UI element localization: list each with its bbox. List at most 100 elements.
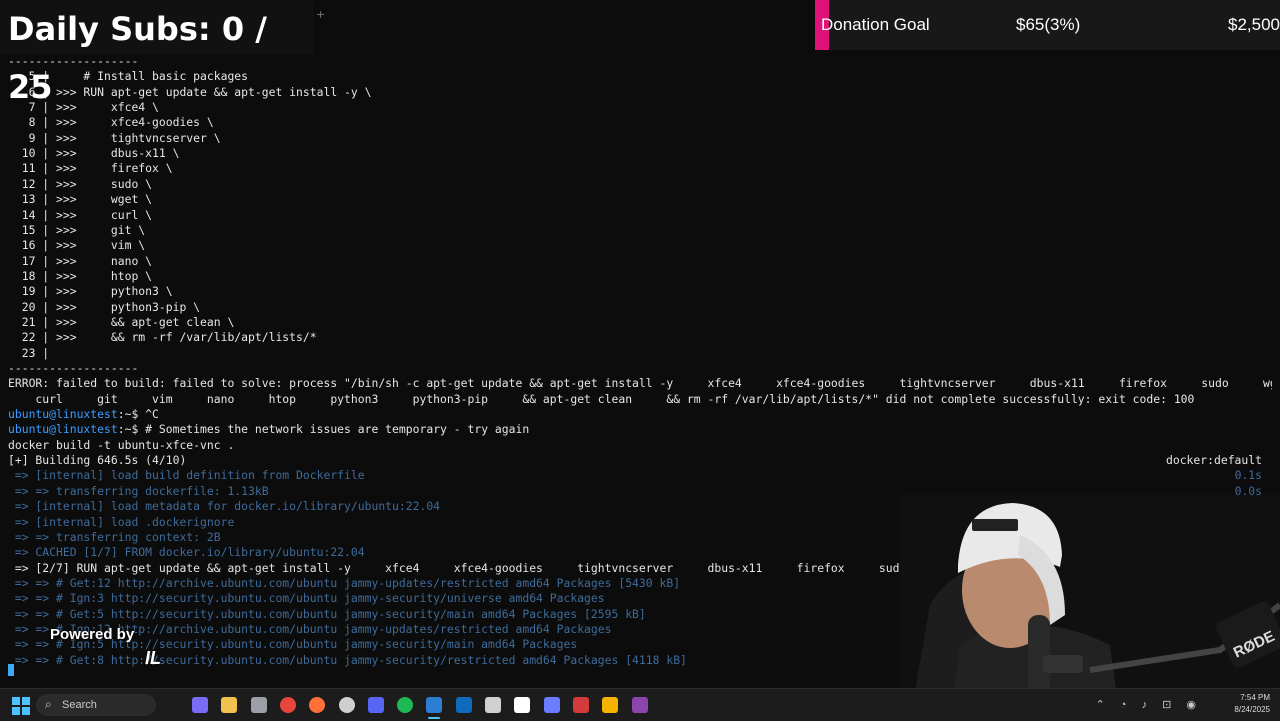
clock-time: 7:54 PM bbox=[1240, 693, 1270, 702]
terminal-line: 13 | >>> wget \ bbox=[8, 192, 1272, 207]
terminal-line-text: => => # Get:12 http://archive.ubuntu.com… bbox=[8, 575, 681, 590]
powered-by-text: Powered by bbox=[50, 626, 135, 643]
search-icon: ⌕ bbox=[45, 697, 52, 711]
terminal-cursor bbox=[8, 664, 14, 676]
git-icon[interactable] bbox=[572, 697, 589, 713]
terminal-line-text: 8 | >>> xfce4-goodies \ bbox=[8, 115, 214, 130]
terminal-line-text: 17 | >>> nano \ bbox=[8, 253, 153, 268]
terminal-line-text: => => # Get:5 http://security.ubuntu.com… bbox=[8, 606, 646, 621]
terminal-line-text: 14 | >>> curl \ bbox=[8, 207, 153, 222]
terminal-line: 16 | >>> vim \ bbox=[8, 238, 1272, 253]
terminal-line: ------------------- bbox=[8, 54, 1272, 69]
terminal-line: 23 | bbox=[8, 346, 1272, 361]
terminal-line: 21 | >>> && apt-get clean \ bbox=[8, 315, 1272, 330]
terminal-line-timing: 0.1s bbox=[1234, 468, 1262, 483]
terminal-line-text: :~$ ^C bbox=[117, 407, 159, 422]
webcam-feed: RØDE bbox=[900, 495, 1280, 720]
terminal-line-text: => => transferring context: 2B bbox=[8, 529, 221, 544]
donation-goal-amount: $2,500 bbox=[1228, 15, 1280, 34]
terminal-line: 18 | >>> htop \ bbox=[8, 269, 1272, 284]
terminal-line: 15 | >>> git \ bbox=[8, 223, 1272, 238]
system-tray-icons[interactable]: ⌃ ◔ ♪ ⊡ ◉ bbox=[1096, 698, 1202, 711]
donation-amount: $65(3%) bbox=[1016, 15, 1081, 34]
powered-by-logo: IL bbox=[145, 648, 161, 668]
notion-icon[interactable] bbox=[514, 697, 531, 713]
terminal-line-text: :~$ # Sometimes the network issues are t… bbox=[117, 422, 530, 437]
terminal-line-text: ERROR: failed to build: failed to solve:… bbox=[8, 376, 1272, 391]
terminal-line: curl git vim nano htop python3 python3-p… bbox=[8, 392, 1272, 407]
file-explorer-icon[interactable] bbox=[221, 697, 238, 713]
chatgpt-icon[interactable] bbox=[338, 697, 355, 713]
terminal-line-text: 13 | >>> wget \ bbox=[8, 192, 153, 207]
copilot-icon[interactable] bbox=[192, 697, 208, 713]
terminal-line-text: => CACHED [1/7] FROM docker.io/library/u… bbox=[8, 545, 365, 560]
windows-start-icon[interactable] bbox=[12, 697, 30, 715]
terminal-line: => [internal] load build definition from… bbox=[8, 468, 1272, 483]
prompt-user: ubuntu@linuxtest bbox=[8, 422, 118, 437]
terminal-line-text: 16 | >>> vim \ bbox=[8, 238, 146, 253]
terminal-line-text: 6 | >>> RUN apt-get update && apt-get in… bbox=[8, 84, 372, 99]
terminal-line-text: 22 | >>> && rm -rf /var/lib/apt/lists/* bbox=[8, 330, 317, 345]
terminal-line-text: docker build -t ubuntu-xfce-vnc . bbox=[8, 437, 235, 452]
terminal-line-text: 21 | >>> && apt-get clean \ bbox=[8, 314, 235, 329]
taskbar-clock[interactable]: 7:54 PM 8/24/2025 bbox=[1234, 692, 1270, 716]
terminal-line: ubuntu@linuxtest:~$ # Sometimes the netw… bbox=[8, 422, 1272, 437]
firefox-icon[interactable] bbox=[309, 697, 326, 713]
donation-goal-label: Donation Goal bbox=[821, 15, 930, 34]
terminal-line-text: [+] Building 646.5s (4/10) bbox=[8, 453, 187, 468]
terminal-line: 5 | # Install basic packages bbox=[8, 69, 1272, 84]
settings-icon[interactable] bbox=[250, 697, 267, 713]
mail-icon[interactable] bbox=[485, 697, 501, 713]
terminal-line: 17 | >>> nano \ bbox=[8, 254, 1272, 269]
terminal-line-text: => [internal] load build definition from… bbox=[8, 468, 365, 483]
terminal-line-text: curl git vim nano htop python3 python3-p… bbox=[8, 391, 1195, 406]
chrome-icon[interactable] bbox=[279, 697, 296, 713]
terminal-line-text: 18 | >>> htop \ bbox=[8, 268, 153, 283]
taskbar: ⌕ Search ⌃ ◔ ♪ ⊡ ◉ 7:54 PM 8/24/2025 bbox=[0, 688, 1280, 721]
terminal-line: 11 | >>> firefox \ bbox=[8, 161, 1272, 176]
terminal-line-text: => [internal] load .dockerignore bbox=[8, 514, 235, 529]
terminal-line: 20 | >>> python3-pip \ bbox=[8, 300, 1272, 315]
terminal-line: ERROR: failed to build: failed to solve:… bbox=[8, 376, 1272, 391]
terminal-line: 14 | >>> curl \ bbox=[8, 208, 1272, 223]
terminal-line: 19 | >>> python3 \ bbox=[8, 284, 1272, 299]
terminal-line-text: => => transferring dockerfile: 1.13kB bbox=[8, 483, 269, 498]
outlook-icon[interactable] bbox=[455, 697, 472, 713]
terminal-line: docker build -t ubuntu-xfce-vnc . bbox=[8, 438, 1272, 453]
terminal-line: 8 | >>> xfce4-goodies \ bbox=[8, 115, 1272, 130]
chrome-beta-icon[interactable] bbox=[602, 697, 619, 713]
spotify-icon[interactable] bbox=[397, 697, 414, 713]
search-label: Search bbox=[62, 699, 97, 711]
screen-share-icon[interactable] bbox=[543, 697, 560, 713]
terminal-line: 22 | >>> && rm -rf /var/lib/apt/lists/* bbox=[8, 330, 1272, 345]
taskbar-search[interactable]: ⌕ Search bbox=[36, 694, 156, 716]
terminal-line-text: 12 | >>> sudo \ bbox=[8, 176, 153, 191]
active-app-indicator bbox=[428, 717, 441, 719]
multiviewer-icon[interactable] bbox=[631, 697, 648, 713]
terminal-line-text: 10 | >>> dbus-x11 \ bbox=[8, 146, 180, 161]
terminal-line-text: 15 | >>> git \ bbox=[8, 222, 146, 237]
cursor-crosshair-icon: + bbox=[316, 8, 326, 21]
terminal-icon[interactable] bbox=[426, 697, 443, 713]
terminal-line: 12 | >>> sudo \ bbox=[8, 177, 1272, 192]
streamer-silhouette: RØDE bbox=[900, 495, 1280, 720]
terminal-line: 9 | >>> tightvncserver \ bbox=[8, 131, 1272, 146]
discord-icon[interactable] bbox=[367, 697, 384, 713]
terminal-line-text: 20 | >>> python3-pip \ bbox=[8, 299, 201, 314]
terminal-line-text: => [internal] load metadata for docker.i… bbox=[8, 499, 441, 514]
terminal-line-text: 11 | >>> firefox \ bbox=[8, 161, 173, 176]
terminal-line: 10 | >>> dbus-x11 \ bbox=[8, 146, 1272, 161]
terminal-line-text: => [2/7] RUN apt-get update && apt-get i… bbox=[8, 560, 955, 575]
donation-goal-overlay: Donation Goal $65(3%) $2,500 bbox=[815, 0, 1280, 50]
terminal-line-timing: docker:default bbox=[1165, 453, 1262, 468]
terminal-line: 7 | >>> xfce4 \ bbox=[8, 100, 1272, 115]
terminal-line: 6 | >>> RUN apt-get update && apt-get in… bbox=[8, 85, 1272, 100]
terminal-line-text: 19 | >>> python3 \ bbox=[8, 284, 173, 299]
prompt-user: ubuntu@linuxtest bbox=[8, 407, 118, 422]
clock-date: 8/24/2025 bbox=[1234, 705, 1270, 714]
terminal-line-text: 9 | >>> tightvncserver \ bbox=[8, 130, 221, 145]
terminal-line-text: => => # Ign:3 http://security.ubuntu.com… bbox=[8, 591, 605, 606]
terminal-line-text: ------------------- bbox=[8, 361, 139, 375]
daily-subs-overlay: Daily Subs: 0 / 25 bbox=[0, 0, 314, 106]
terminal-line: ------------------- bbox=[8, 361, 1272, 376]
